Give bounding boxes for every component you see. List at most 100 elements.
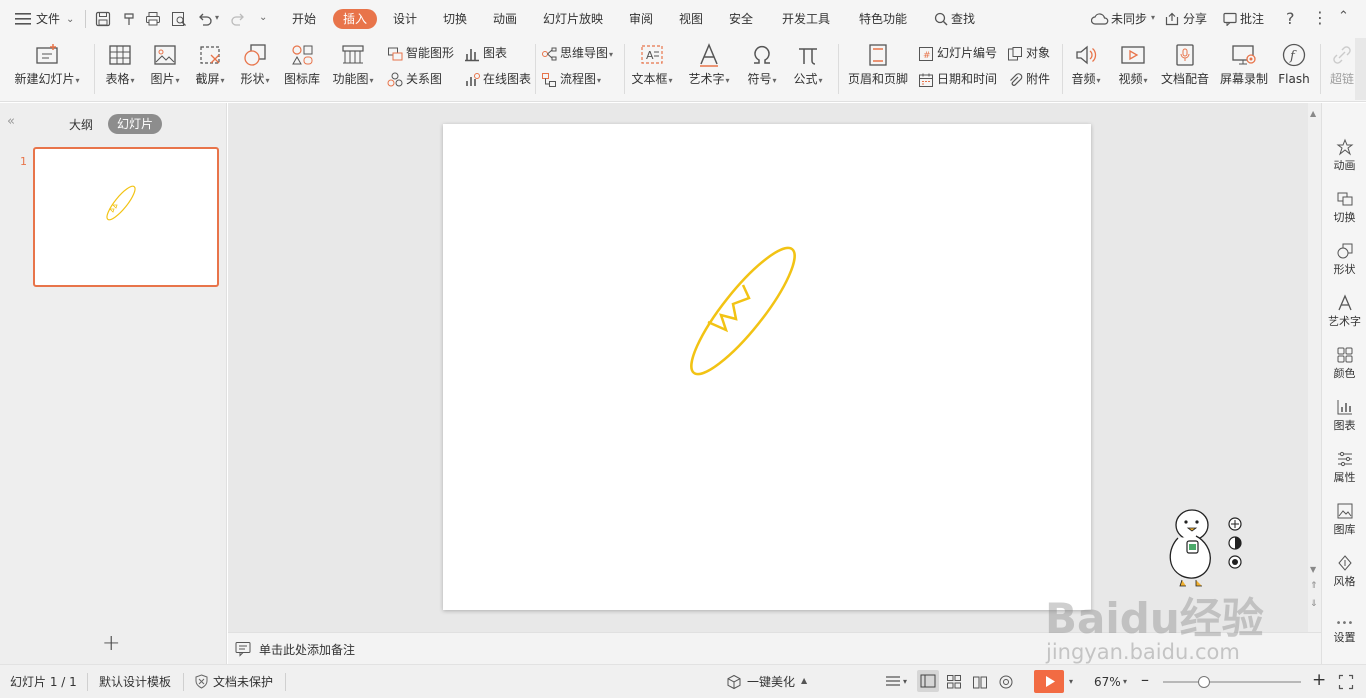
zoom-out-button[interactable]: – (1141, 670, 1149, 689)
save-icon[interactable] (95, 11, 111, 27)
hyperlink-button[interactable]: 超链 (1326, 42, 1358, 96)
sync-status[interactable]: 未同步 (1111, 11, 1147, 27)
comment-icon[interactable] (1223, 12, 1237, 27)
shape-button[interactable]: 形状▾ (235, 42, 275, 96)
chevron-down-icon[interactable]: ▾ (1123, 677, 1127, 686)
play-slideshow-button[interactable] (1034, 670, 1064, 693)
vertical-scrollbar[interactable]: ▲ ▼ ⇑ ⇓ (1308, 103, 1321, 632)
wordart-button[interactable]: 艺术字▾ (684, 42, 734, 96)
audio-button[interactable]: 音频▾ (1066, 42, 1106, 96)
flash-button[interactable]: f Flash (1274, 42, 1314, 96)
tab-insert[interactable]: 插入 (333, 9, 377, 29)
animation-tool[interactable]: 动画 (1322, 138, 1366, 173)
tab-developer[interactable]: 开发工具 (782, 11, 830, 27)
tab-security[interactable]: 安全 (729, 11, 753, 27)
add-slide-button[interactable]: + (102, 631, 120, 656)
formula-button[interactable]: 公式▾ (788, 42, 828, 96)
table-button[interactable]: 表格▾ (100, 42, 140, 96)
chevron-down-icon[interactable]: ▾ (1069, 677, 1073, 686)
object-button[interactable]: 对象 (1007, 44, 1050, 62)
video-button[interactable]: 视频▾ (1112, 42, 1154, 96)
redo-icon[interactable] (230, 11, 246, 27)
ribbon-scroll-right[interactable] (1355, 38, 1366, 100)
transition-tool[interactable]: 切换 (1322, 190, 1366, 225)
search-icon[interactable] (934, 12, 948, 26)
shape-tool[interactable]: 形状 (1322, 242, 1366, 277)
collapse-pane-icon[interactable]: « (7, 114, 15, 129)
collapse-ribbon-icon[interactable]: ⌃ (1338, 9, 1349, 24)
datetime-button[interactable]: 日期和时间 (918, 70, 997, 88)
slide-number-button[interactable]: # 幻灯片编号 (918, 44, 997, 62)
bread-cuts[interactable] (707, 284, 751, 333)
chevron-down-icon[interactable]: ▾ (903, 677, 907, 686)
align-icon[interactable] (885, 675, 901, 689)
design-template[interactable]: 默认设计模板 (99, 675, 171, 689)
flowchart-button[interactable]: 流程图▾ (541, 70, 601, 88)
color-tool[interactable]: 颜色 (1322, 346, 1366, 381)
screen-record-button[interactable]: 屏幕录制 (1216, 42, 1272, 96)
more-icon[interactable]: ⋮ (1312, 8, 1328, 27)
scroll-down-icon[interactable]: ▼ (1310, 565, 1316, 574)
zoom-level[interactable]: 67% (1094, 675, 1121, 689)
zoom-slider[interactable] (1163, 676, 1301, 688)
textbox-button[interactable]: A 文本框▾ (628, 42, 676, 96)
relation-button[interactable]: 关系图 (387, 70, 442, 88)
search-label[interactable]: 查找 (951, 11, 975, 27)
share-icon[interactable] (1165, 12, 1179, 26)
notes-placeholder[interactable]: 单击此处添加备注 (259, 641, 355, 658)
screenshot-button[interactable]: 截屏▾ (190, 42, 230, 96)
hamburger-icon[interactable] (15, 13, 31, 25)
gallery-tool[interactable]: 图库 (1322, 502, 1366, 537)
mindmap-button[interactable]: 思维导图▾ (541, 44, 613, 62)
beautify-icon[interactable] (726, 674, 742, 690)
function-chart-button[interactable]: 功能图▾ (328, 42, 378, 96)
doc-dubbing-button[interactable]: 文档配音 (1158, 42, 1212, 96)
normal-view-button[interactable] (917, 670, 939, 692)
undo-icon[interactable] (197, 11, 213, 27)
customize-qat-icon[interactable]: ⌄ (259, 12, 267, 23)
smart-art-button[interactable]: 智能图形 (387, 44, 454, 62)
share-label[interactable]: 分享 (1183, 11, 1207, 27)
settings-tool[interactable]: ••• 设置 (1322, 619, 1366, 645)
cloud-sync-icon[interactable] (1090, 12, 1109, 26)
one-click-beautify[interactable]: 一键美化 (747, 675, 795, 689)
outline-tab[interactable]: 大纲 (69, 116, 93, 133)
slides-tab[interactable]: 幻灯片 (108, 114, 162, 134)
chart-button[interactable]: 图表 (464, 44, 507, 62)
slide-thumbnail[interactable] (33, 147, 219, 287)
tab-review[interactable]: 审阅 (629, 11, 653, 27)
slide-sorter-icon[interactable] (946, 674, 962, 690)
attachment-button[interactable]: 附件 (1007, 70, 1050, 88)
print-icon[interactable] (145, 11, 161, 27)
next-slide-icon[interactable]: ⇓ (1310, 599, 1318, 609)
protection-status[interactable]: 文档未保护 (213, 675, 273, 689)
print-preview-icon[interactable] (171, 11, 187, 27)
prev-slide-icon[interactable]: ⇑ (1310, 581, 1318, 591)
zoom-in-button[interactable]: + (1312, 670, 1326, 690)
properties-tool[interactable]: 属性 (1322, 450, 1366, 485)
scroll-up-icon[interactable]: ▲ (1310, 109, 1316, 118)
help-icon[interactable]: ? (1286, 9, 1295, 28)
fit-window-icon[interactable] (1338, 674, 1354, 690)
header-footer-button[interactable]: 页眉和页脚 (845, 42, 911, 96)
chevron-down-icon[interactable]: ▾ (215, 13, 219, 22)
file-menu[interactable]: 文件 (36, 11, 60, 27)
symbol-button[interactable]: 符号▾ (742, 42, 782, 96)
presenter-view-icon[interactable] (998, 674, 1014, 690)
tab-transition[interactable]: 切换 (443, 11, 467, 27)
chevron-up-icon[interactable]: ▲ (801, 676, 807, 685)
tab-view[interactable]: 视图 (679, 11, 703, 27)
tab-animation[interactable]: 动画 (493, 11, 517, 27)
chart-tool[interactable]: 图表 (1322, 398, 1366, 433)
wordart-tool[interactable]: 艺术字 (1322, 294, 1366, 329)
online-chart-button[interactable]: 在线图表 (464, 70, 531, 88)
bread-shape[interactable] (443, 124, 1091, 610)
picture-button[interactable]: 图片▾ (145, 42, 185, 96)
chevron-down-icon[interactable]: ▾ (1151, 13, 1155, 22)
comment-label[interactable]: 批注 (1240, 11, 1264, 27)
slide-canvas[interactable] (443, 124, 1091, 610)
tab-special[interactable]: 特色功能 (859, 11, 907, 27)
chevron-down-icon[interactable]: ⌄ (66, 14, 74, 25)
tab-home[interactable]: 开始 (292, 11, 316, 27)
bread-outline[interactable] (678, 237, 808, 386)
